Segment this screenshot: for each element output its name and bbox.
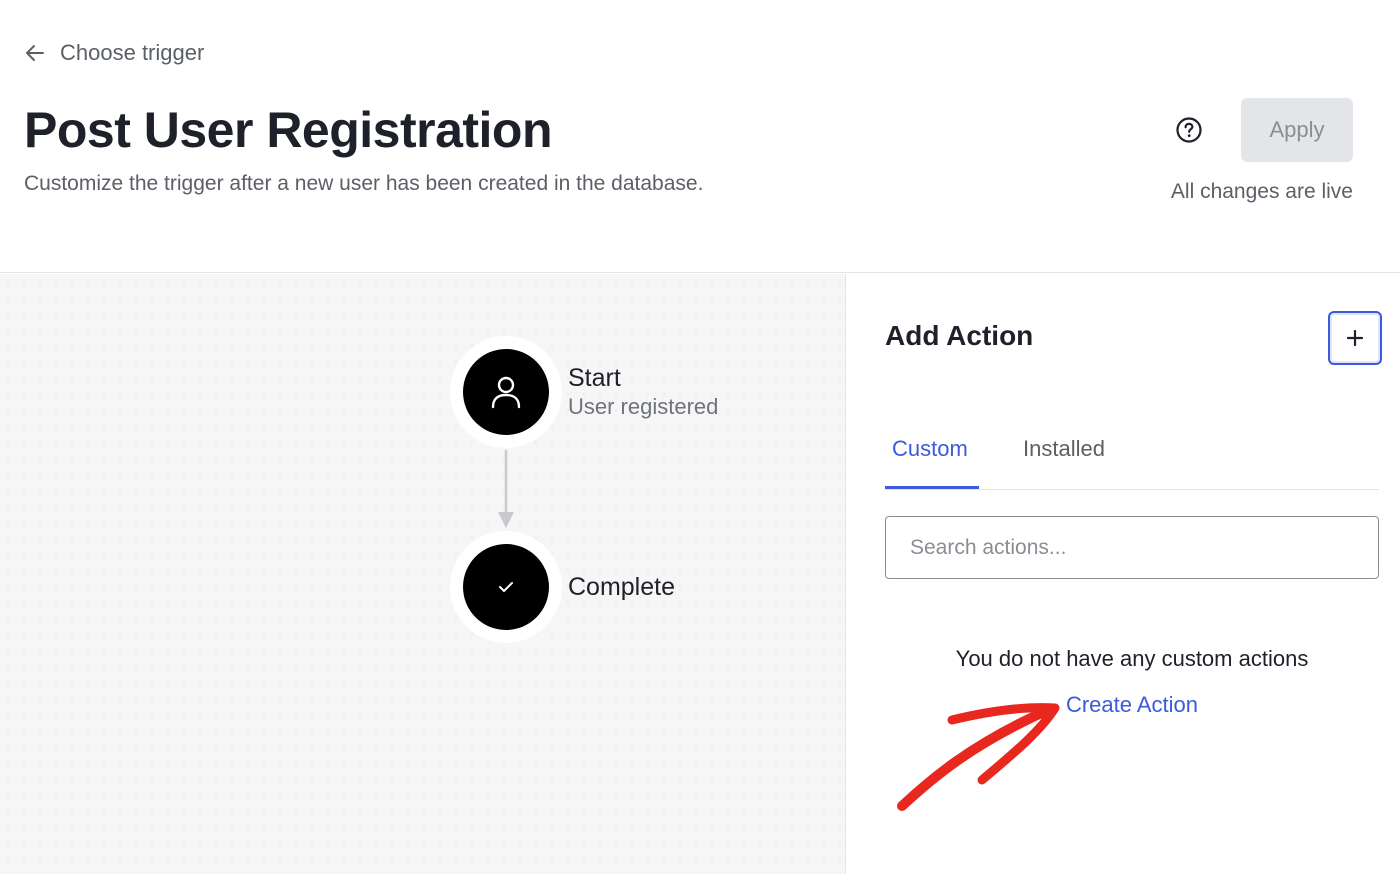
add-action-button[interactable] <box>1328 311 1382 365</box>
complete-node[interactable]: Complete <box>450 531 675 643</box>
action-tabs: Custom Installed <box>885 424 1379 490</box>
page-subtitle: Customize the trigger after a new user h… <box>24 172 704 195</box>
annotation-arrow-icon <box>897 703 1060 811</box>
live-status-text: All changes are live <box>1170 180 1353 203</box>
tab-installed[interactable]: Installed <box>1023 436 1105 462</box>
start-node-circle <box>450 336 562 448</box>
plus-icon <box>1346 329 1364 347</box>
flow-canvas[interactable]: Start User registered Complete <box>0 274 846 874</box>
search-actions-input[interactable] <box>885 516 1379 579</box>
start-node[interactable]: Start User registered <box>450 336 718 448</box>
complete-node-circle <box>450 531 562 643</box>
check-icon <box>499 582 513 592</box>
page-header: Choose trigger Post User Registration Cu… <box>0 0 1400 273</box>
panel-title: Add Action <box>885 320 1034 351</box>
flow-connector-arrow <box>498 450 514 528</box>
empty-state-message: You do not have any custom actions <box>955 646 1309 671</box>
back-link[interactable]: Choose trigger <box>24 40 204 66</box>
back-link-label: Choose trigger <box>60 40 205 65</box>
start-node-subtitle: User registered <box>568 394 719 419</box>
complete-node-title: Complete <box>568 573 675 601</box>
active-tab-indicator <box>885 486 979 489</box>
help-circle-icon[interactable] <box>1175 116 1203 144</box>
page-title: Post User Registration <box>24 102 553 158</box>
arrow-left-icon <box>26 45 44 61</box>
user-icon <box>491 376 521 409</box>
tab-custom[interactable]: Custom <box>892 436 968 462</box>
apply-button[interactable]: Apply <box>1241 98 1353 162</box>
start-node-title: Start <box>568 364 621 392</box>
